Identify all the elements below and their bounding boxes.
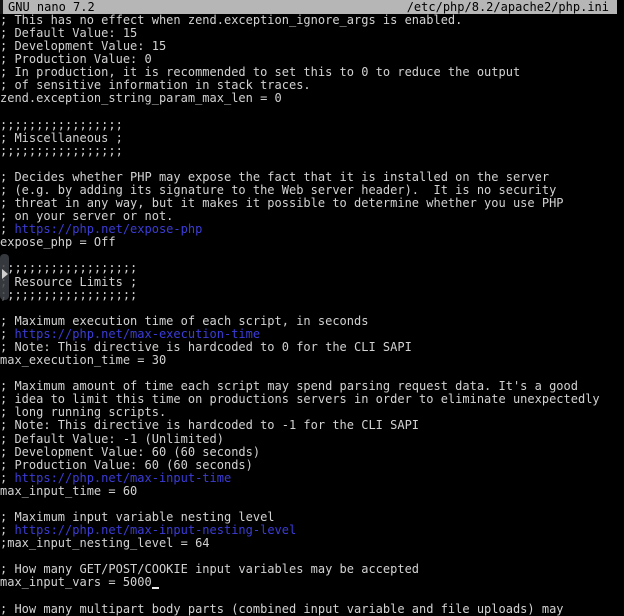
editor-line: ;max_input_nesting_level = 64	[0, 537, 624, 550]
line-text: ; idea to limit this time on productions…	[0, 392, 600, 406]
line-text: ; Decides whether PHP may expose the fac…	[0, 170, 549, 184]
line-text: ; In production, it is recommended to se…	[0, 65, 520, 79]
line-text: ; This has no effect when zend.exception…	[0, 13, 462, 27]
line-text: ; Resource Limits ;	[0, 275, 137, 289]
php-net-link[interactable]: https://php.net/max-execution-time	[14, 327, 260, 341]
line-text: ; Production Value: 60 (60 seconds)	[0, 458, 253, 472]
line-text: ; Development Value: 15	[0, 39, 166, 53]
text-cursor	[152, 576, 159, 589]
php-net-link[interactable]: https://php.net/max-input-nesting-level	[14, 523, 296, 537]
editor-line: max_input_time = 60	[0, 485, 624, 498]
line-text: ;	[0, 222, 14, 236]
editor-line: ;;;;;;;;;;;;;;;;;;;	[0, 289, 624, 302]
line-text: ; Note: This directive is hardcoded to -…	[0, 418, 419, 432]
line-text: ; Maximum input variable nesting level	[0, 510, 275, 524]
line-text: ; Development Value: 60 (60 seconds)	[0, 445, 260, 459]
line-text: ;max_input_nesting_level = 64	[0, 536, 210, 550]
editor-lines: ; This has no effect when zend.exception…	[0, 14, 624, 616]
nano-titlebar: GNU nano 7.2 /etc/php/8.2/apache2/php.in…	[0, 0, 617, 14]
line-text: zend.exception_string_param_max_len = 0	[0, 91, 282, 105]
line-text: ; Note: This directive is hardcoded to 0…	[0, 340, 412, 354]
line-text: ; Miscellaneous ;	[0, 131, 123, 145]
nano-file-path: /etc/php/8.2/apache2/php.ini	[407, 0, 609, 14]
line-text: max_input_time = 60	[0, 484, 137, 498]
line-text: ; (e.g. by adding its signature to the W…	[0, 183, 556, 197]
line-text: ; Default Value: 15	[0, 26, 137, 40]
line-text: ;;;;;;;;;;;;;;;;;	[0, 118, 123, 132]
line-text: ; on your server or not.	[0, 209, 173, 223]
line-text: max_execution_time = 30	[0, 353, 166, 367]
right-arrow-icon	[2, 269, 8, 279]
line-text: expose_php = Off	[0, 235, 116, 249]
line-text: ; threat in any way, but it makes it pos…	[0, 196, 564, 210]
editor-line: ;;;;;;;;;;;;;;;;;	[0, 145, 624, 158]
nano-app-version: GNU nano 7.2	[8, 0, 95, 14]
left-edge-position-marker	[0, 254, 9, 300]
editor-line: max_input_vars = 5000	[0, 576, 624, 589]
line-text: ;	[0, 523, 14, 537]
editor-line: max_execution_time = 30	[0, 354, 624, 367]
line-text: ;;;;;;;;;;;;;;;;;;;	[0, 261, 137, 275]
line-text: ; How many multipart body parts (combine…	[0, 602, 564, 616]
line-text: ; Maximum amount of time each script may…	[0, 379, 578, 393]
editor-line: ; How many multipart body parts (combine…	[0, 603, 624, 616]
line-text: ;	[0, 471, 14, 485]
line-text: ; How many GET/POST/COOKIE input variabl…	[0, 562, 419, 576]
line-text: ;	[0, 327, 14, 341]
nano-window: GNU nano 7.2 /etc/php/8.2/apache2/php.in…	[0, 0, 624, 616]
editor-line: expose_php = Off	[0, 236, 624, 249]
editor-line: zend.exception_string_param_max_len = 0	[0, 92, 624, 105]
line-text: ;;;;;;;;;;;;;;;;;;;	[0, 288, 137, 302]
php-net-link[interactable]: https://php.net/expose-php	[14, 222, 202, 236]
line-text: ; Production Value: 0	[0, 52, 152, 66]
line-text: ; long running scripts.	[0, 405, 166, 419]
php-net-link[interactable]: https://php.net/max-input-time	[14, 471, 231, 485]
editor-content[interactable]: ; This has no effect when zend.exception…	[0, 14, 624, 616]
titlebar-left-notch	[0, 0, 3, 14]
line-text: ; Default Value: -1 (Unlimited)	[0, 432, 224, 446]
line-text: max_input_vars = 5000	[0, 575, 152, 589]
line-text: ; Maximum execution time of each script,…	[0, 314, 368, 328]
line-text: ;;;;;;;;;;;;;;;;;	[0, 144, 123, 158]
line-text: ; of sensitive information in stack trac…	[0, 78, 311, 92]
